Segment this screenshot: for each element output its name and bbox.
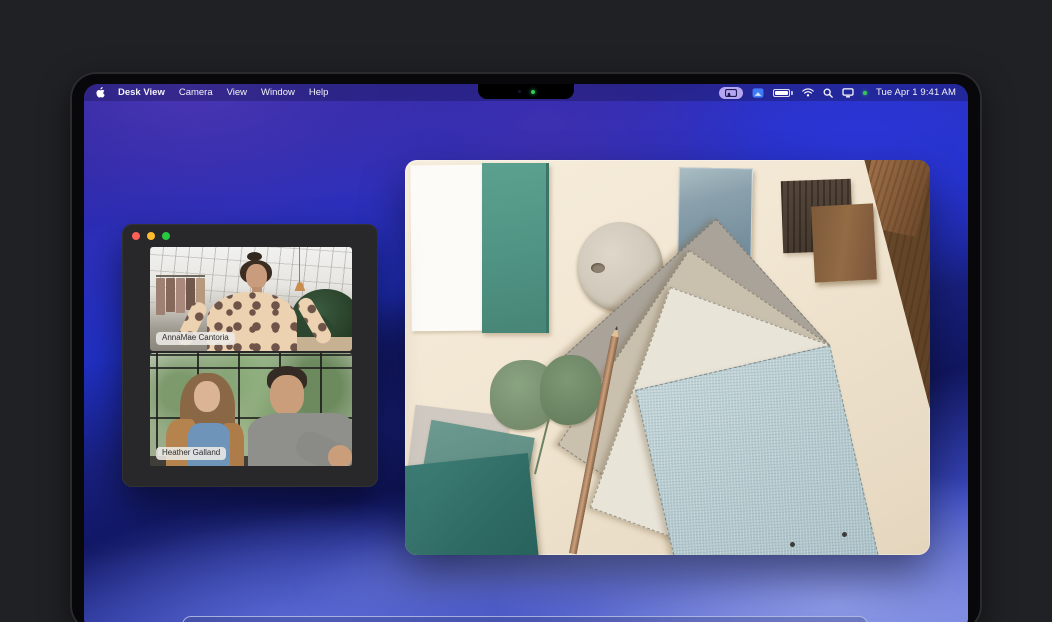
camera-screen-glyph: [725, 89, 737, 97]
close-button[interactable]: [132, 232, 140, 240]
apple-menu[interactable]: [96, 87, 105, 98]
swatch-grommet: [842, 532, 847, 537]
screen-mirroring-icon[interactable]: [752, 88, 764, 98]
menu-bar-clock[interactable]: Tue Apr 1 9:41 AM: [876, 87, 956, 98]
menu-view[interactable]: View: [227, 87, 247, 98]
participant-grid: AnnaMae Cantoria: [150, 247, 352, 466]
zoom-button[interactable]: [162, 232, 170, 240]
minimize-button[interactable]: [147, 232, 155, 240]
macbook-frame: Desk View Camera View Window Help: [70, 72, 982, 622]
pendant-cord: [299, 247, 300, 283]
continuity-camera-icon[interactable]: [719, 87, 743, 99]
white-card-sample: [410, 165, 483, 332]
spotlight-search-icon[interactable]: [823, 88, 833, 98]
man-face: [270, 375, 304, 415]
menu-help[interactable]: Help: [309, 87, 329, 98]
participant-name-badge: AnnaMae Cantoria: [156, 332, 235, 345]
recording-indicator-dot: [863, 91, 867, 95]
screen-sharing-icon[interactable]: [842, 88, 854, 98]
apple-logo-icon: [96, 87, 105, 98]
video-call-window[interactable]: AnnaMae Cantoria: [122, 224, 378, 487]
swatch-grommet: [790, 542, 795, 547]
menu-window[interactable]: Window: [261, 87, 295, 98]
teal-glass-square-dark: [405, 453, 541, 555]
call-window-titlebar[interactable]: [122, 224, 378, 247]
menu-bar-status: Tue Apr 1 9:41 AM: [719, 87, 956, 99]
wifi-icon[interactable]: [802, 88, 814, 97]
marketing-canvas: Desk View Camera View Window Help: [0, 0, 1052, 622]
camera-lens: [518, 90, 521, 93]
macos-desktop: Desk View Camera View Window Help: [84, 84, 968, 622]
felt-trivet-hole: [591, 263, 605, 273]
video-tile-heather: Heather Galland: [150, 353, 352, 466]
video-tile-annamae: AnnaMae Cantoria: [150, 247, 352, 351]
app-menu-desk-view[interactable]: Desk View: [118, 87, 165, 98]
display-notch: [478, 84, 574, 99]
camera-active-led: [531, 90, 535, 94]
man-hand: [328, 445, 352, 466]
participant-name-badge: Heather Galland: [156, 447, 226, 460]
woman-face: [194, 381, 220, 412]
background-window-sliver[interactable]: [182, 616, 868, 622]
person-face: [246, 264, 267, 289]
teal-tile-sample: [482, 163, 549, 333]
menu-camera[interactable]: Camera: [179, 87, 213, 98]
battery-icon[interactable]: [773, 89, 793, 97]
desk-view-window[interactable]: [405, 160, 930, 555]
brown-wood-sample: [811, 203, 877, 282]
